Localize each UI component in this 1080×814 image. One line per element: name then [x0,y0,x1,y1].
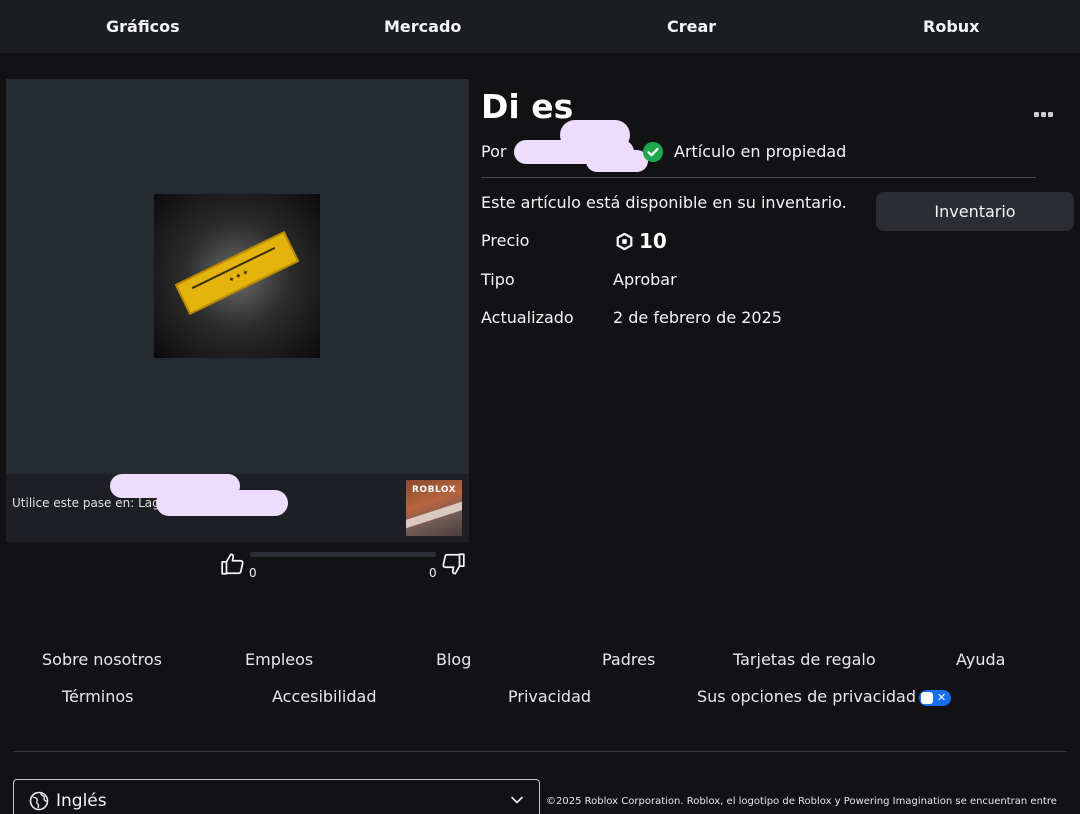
nav-item-graficos[interactable]: Gráficos [106,17,180,36]
footer-link-blog[interactable]: Blog [436,650,471,669]
footer-link-ayuda[interactable]: Ayuda [956,650,1005,669]
divider [481,177,1036,178]
type-label: Tipo [481,270,515,289]
redaction-mark [156,490,288,516]
owned-status: Artículo en propiedad [674,142,847,161]
footer-link-privacy-choices[interactable]: Sus opciones de privacidad [697,687,916,706]
redaction-mark [560,120,630,150]
footer-link-padres[interactable]: Padres [602,650,655,669]
robux-icon [616,233,633,250]
copyright-text: ©2025 Roblox Corporation. Roblox, el log… [546,796,1057,807]
thumbs-down-icon[interactable] [440,551,466,577]
vote-bar [250,552,436,557]
use-pass-text: Utilice este pase en: Lag [12,496,160,510]
updated-value: 2 de febrero de 2025 [613,308,782,327]
creator-by-label: Por [481,142,507,161]
redaction-mark [586,150,648,172]
top-nav: Gráficos Mercado Crear Robux [0,0,1080,53]
check-circle-icon [643,142,663,162]
item-thumbnail-panel: ✦✦✦ Utilice este pase en: Lag ROBLOX [6,79,469,542]
price-value: 10 [639,229,667,253]
availability-text: Este artículo está disponible en su inve… [481,193,847,212]
footer-link-accesibilidad[interactable]: Accesibilidad [272,687,377,706]
price-label: Precio [481,231,530,250]
item-title: Di es [481,87,574,126]
downvote-count: 0 [429,566,437,580]
item-image: ✦✦✦ [154,194,320,358]
thumbs-up-icon[interactable] [220,551,246,577]
footer-link-terminos[interactable]: Términos [62,687,134,706]
language-value: Inglés [56,791,107,811]
upvote-count: 0 [249,566,257,580]
nav-item-mercado[interactable]: Mercado [384,17,461,36]
footer-link-privacidad[interactable]: Privacidad [508,687,591,706]
footer-link-empleos[interactable]: Empleos [245,650,313,669]
footer-link-sobre-nosotros[interactable]: Sobre nosotros [42,650,162,669]
privacy-choices-toggle[interactable]: ✕ [919,690,951,706]
footer-divider [13,751,1067,752]
game-link-footer[interactable]: Utilice este pase en: Lag ROBLOX [6,474,469,542]
nav-item-robux[interactable]: Robux [923,17,979,36]
game-thumbnail[interactable]: ROBLOX [406,480,462,536]
footer-link-tarjetas-de-regalo[interactable]: Tarjetas de regalo [733,650,876,669]
inventory-button[interactable]: Inventario [876,192,1074,231]
game-logo: ROBLOX [412,485,457,495]
language-select[interactable]: Inglés [13,779,540,814]
globe-icon [29,791,49,811]
nav-item-crear[interactable]: Crear [667,17,716,36]
type-value: Aprobar [613,270,677,289]
updated-label: Actualizado [481,308,574,327]
pass-bar-graphic: ✦✦✦ [174,230,300,316]
more-options-icon[interactable] [1034,102,1056,117]
chevron-down-icon [511,796,523,804]
